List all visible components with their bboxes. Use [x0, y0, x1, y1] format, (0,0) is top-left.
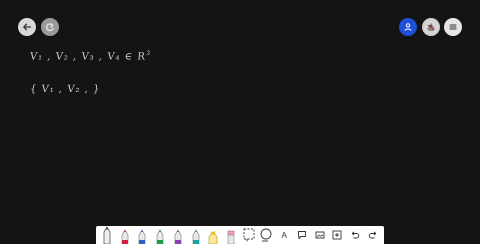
red-pen-tool[interactable]	[118, 226, 132, 244]
shape-tool[interactable]	[259, 226, 273, 244]
image-tool[interactable]	[313, 226, 327, 244]
blue-pen-tool[interactable]	[135, 226, 149, 244]
comment-tool[interactable]	[295, 226, 309, 244]
add-tool[interactable]	[330, 226, 344, 244]
redo-tool[interactable]	[366, 226, 380, 244]
circle-shape-icon	[261, 228, 272, 242]
plus-square-icon	[332, 230, 342, 240]
handwritten-line-2: { V₁ , V₂ , }	[29, 84, 102, 95]
hamburger-menu-icon	[449, 24, 457, 30]
eraser-tool[interactable]	[224, 226, 238, 244]
arrow-left-icon	[23, 23, 32, 31]
menu-button[interactable]	[444, 18, 462, 36]
highlighter-tool[interactable]	[206, 226, 220, 244]
teal-pen-tool[interactable]	[189, 226, 203, 244]
person-icon	[404, 23, 412, 31]
lasso-select-icon	[243, 228, 255, 242]
eraser-icon	[227, 230, 235, 244]
speech-bubble-icon	[297, 231, 306, 239]
pen-icon	[192, 229, 199, 244]
handwritten-line-1: V₁ , V₂ , V₃ , V₄ ∈ R3	[29, 50, 152, 63]
redo-icon	[46, 23, 54, 32]
image-icon	[315, 231, 325, 239]
redo-icon	[368, 231, 377, 239]
pen-icon	[174, 229, 182, 244]
user-button[interactable]	[399, 18, 417, 36]
redo-button[interactable]	[41, 18, 59, 36]
whiteboard-canvas[interactable]	[0, 40, 480, 220]
pencil-icon	[103, 226, 111, 244]
pen-icon	[139, 229, 146, 244]
back-button[interactable]	[18, 18, 36, 36]
profile-avatar[interactable]	[422, 18, 440, 36]
highlighter-icon	[209, 231, 218, 244]
select-tool[interactable]	[242, 226, 256, 244]
purple-pen-tool[interactable]	[171, 226, 185, 244]
drawing-toolbar: A	[96, 226, 384, 244]
undo-tool[interactable]	[348, 226, 362, 244]
text-tool[interactable]: A	[277, 226, 291, 244]
avatar-icon	[423, 19, 439, 35]
green-pen-tool[interactable]	[153, 226, 167, 244]
pen-icon	[156, 229, 164, 244]
text-icon: A	[281, 230, 287, 240]
undo-icon	[351, 231, 360, 239]
pencil-tool[interactable]	[100, 226, 114, 244]
pen-icon	[121, 229, 129, 244]
